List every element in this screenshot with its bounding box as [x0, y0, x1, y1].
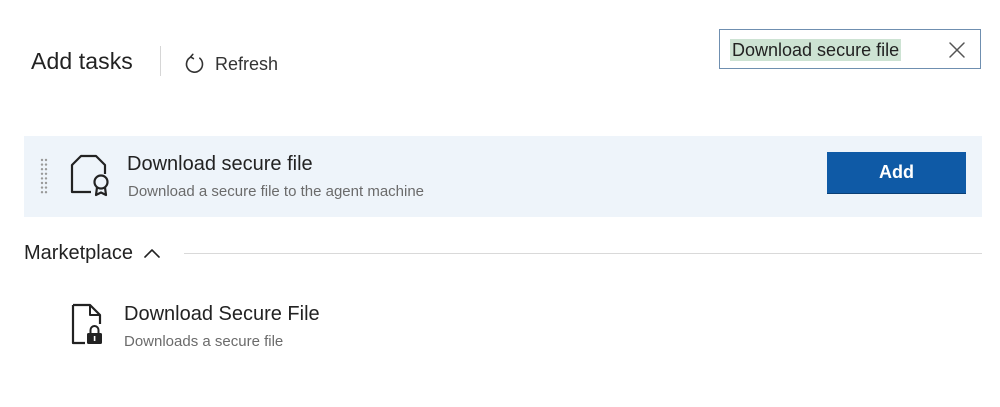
search-input[interactable]: [720, 30, 940, 68]
file-certificate-icon: [70, 153, 114, 202]
close-icon[interactable]: [948, 41, 966, 59]
search-box: Download secure file: [719, 29, 981, 69]
add-button[interactable]: Add: [827, 152, 966, 193]
marketplace-item-title: Download Secure File: [124, 303, 320, 325]
drag-handle-icon[interactable]: [40, 158, 48, 196]
refresh-label: Refresh: [215, 53, 279, 74]
marketplace-item-description: Downloads a secure file: [124, 333, 284, 350]
refresh-icon: [184, 53, 206, 75]
task-description: Download a secure file to the agent mach…: [128, 183, 425, 200]
section-divider: [184, 253, 982, 254]
header-divider: [160, 46, 161, 76]
task-card-download-secure-file[interactable]: Download secure file Download a secure f…: [24, 136, 982, 217]
marketplace-item-download-secure-file[interactable]: Download Secure File Downloads a secure …: [70, 302, 470, 358]
page-title: Add tasks: [31, 48, 133, 74]
refresh-button[interactable]: Refresh: [184, 50, 278, 78]
file-lock-icon: [70, 302, 106, 351]
marketplace-section-toggle[interactable]: Marketplace: [24, 240, 161, 266]
chevron-up-icon: [143, 242, 161, 265]
task-title: Download secure file: [127, 153, 313, 175]
marketplace-label: Marketplace: [24, 241, 133, 264]
